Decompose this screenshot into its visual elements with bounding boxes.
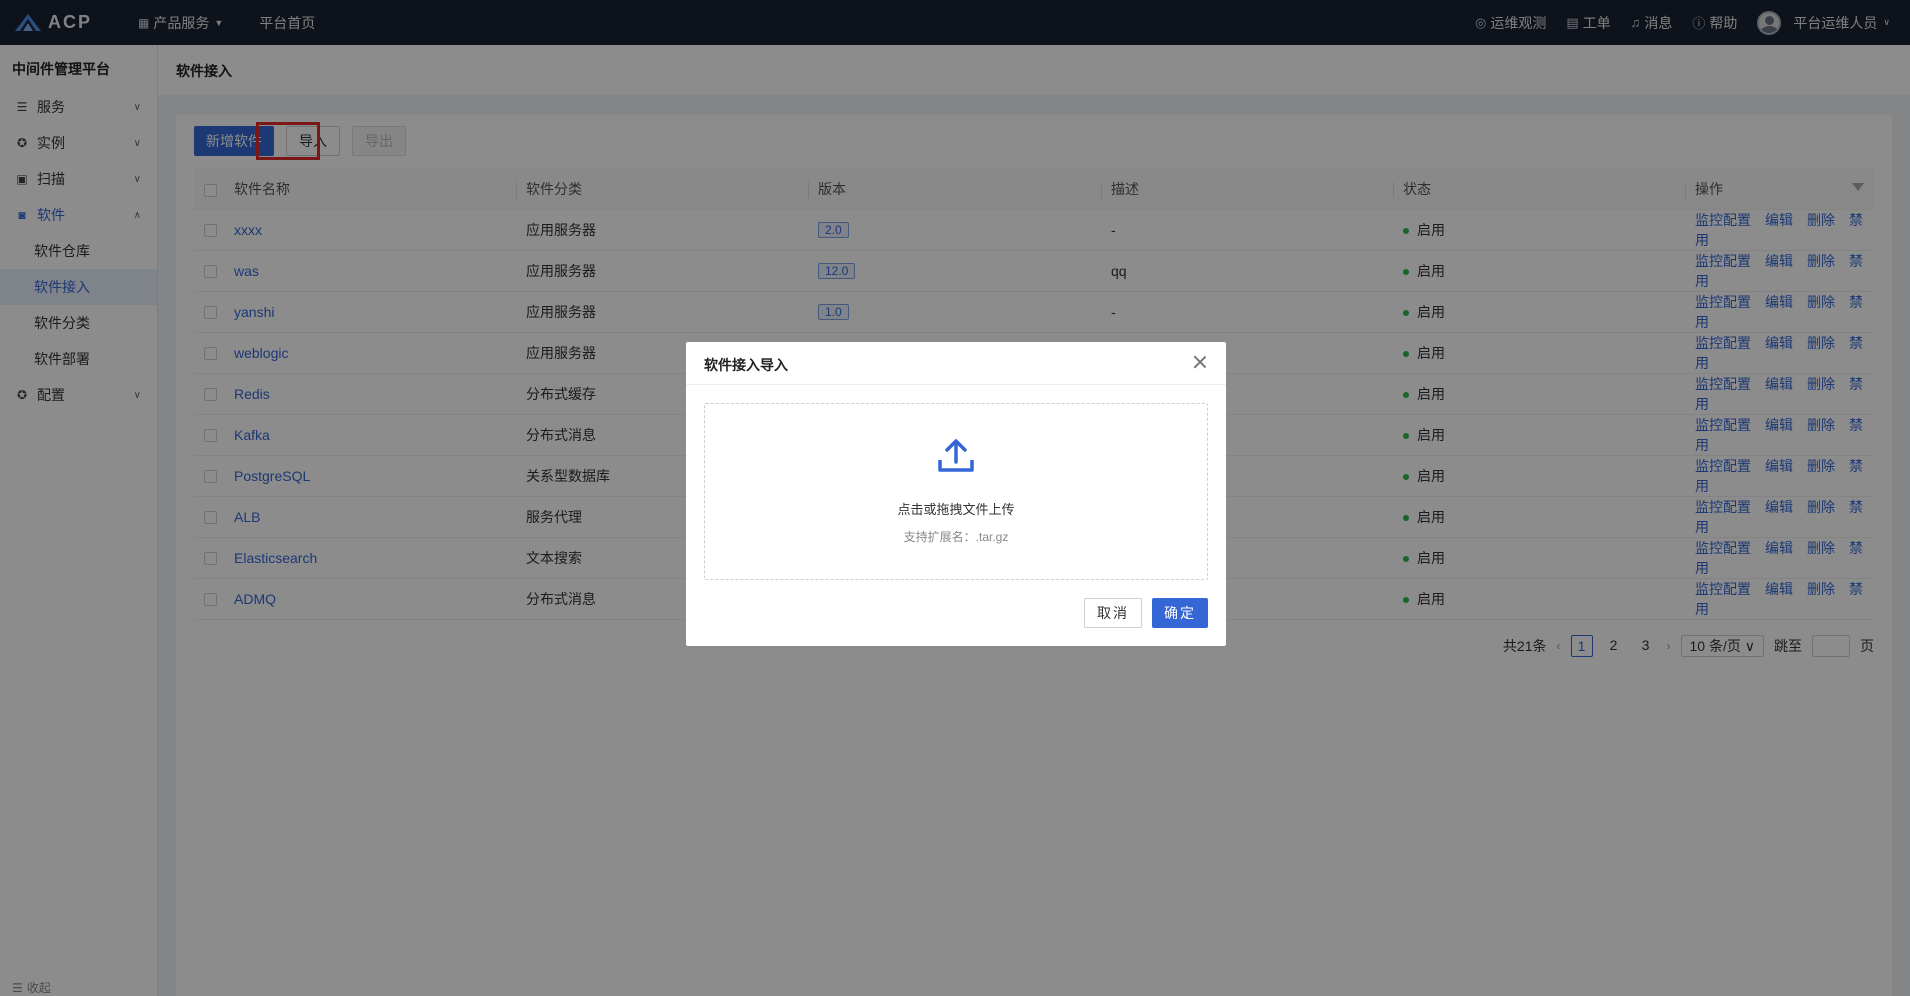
modal-footer: 取消 确定 [1074, 598, 1208, 628]
upload-icon [938, 439, 974, 472]
close-icon[interactable] [1192, 354, 1208, 370]
modal-header: 软件接入导入 [686, 342, 1226, 385]
upload-hint: 支持扩展名：.tar.gz [903, 530, 1009, 544]
upload-text: 点击或拖拽文件上传 [897, 502, 1015, 517]
confirm-button[interactable]: 确定 [1152, 598, 1208, 628]
cancel-button[interactable]: 取消 [1084, 598, 1142, 628]
modal-title: 软件接入导入 [704, 357, 788, 373]
upload-dropzone[interactable]: 点击或拖拽文件上传 支持扩展名：.tar.gz [704, 403, 1208, 580]
import-modal: 软件接入导入 点击或拖拽文件上传 支持扩展名：.tar.gz 取消 确定 [686, 342, 1226, 646]
